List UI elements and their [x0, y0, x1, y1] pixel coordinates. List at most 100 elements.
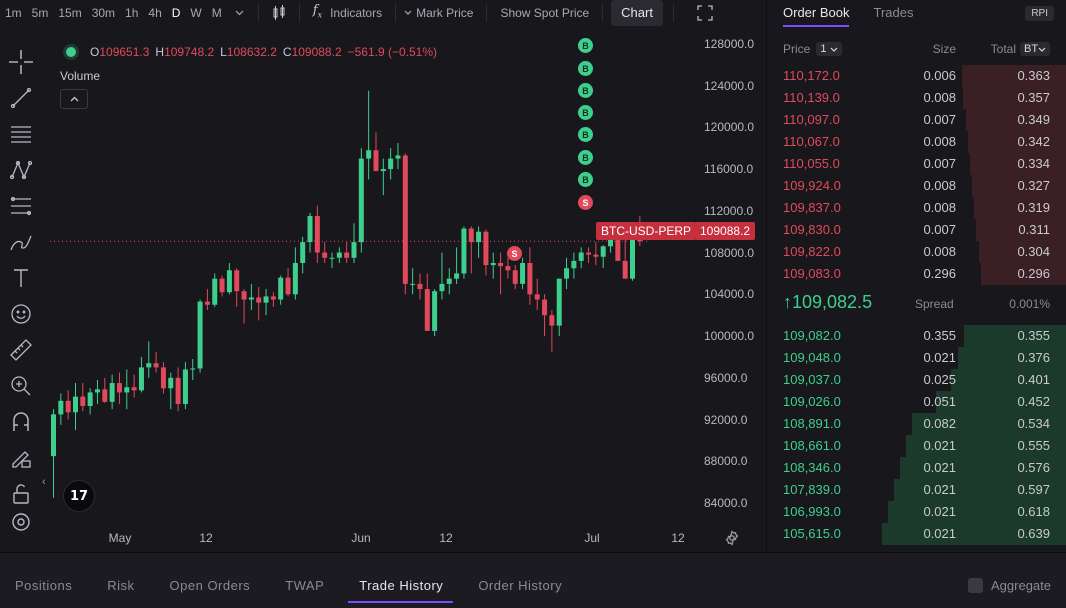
timeframe-5m[interactable]: 5m	[27, 0, 54, 26]
timeframe-1h[interactable]: 1h	[120, 0, 143, 26]
chart-view-button[interactable]: Chart	[611, 0, 663, 26]
bid-row[interactable]: 106,993.0 0.021 0.618	[767, 501, 1066, 523]
buy-marker[interactable]: B	[578, 127, 593, 142]
buy-marker[interactable]: B	[578, 172, 593, 187]
volume-collapse-button[interactable]	[60, 89, 88, 109]
row-total: 0.304	[1017, 244, 1050, 259]
ruler-tool[interactable]	[0, 332, 42, 368]
timeframe-4h[interactable]: 4h	[143, 0, 166, 26]
aggregate-checkbox[interactable]	[968, 578, 983, 593]
candle-style-button[interactable]	[265, 5, 293, 21]
candle	[578, 247, 584, 269]
candle	[87, 388, 93, 415]
row-total: 0.534	[1017, 416, 1050, 431]
candle	[527, 247, 533, 305]
indicators-button[interactable]: fx Indicators	[306, 0, 389, 28]
candlestick-chart[interactable]	[50, 26, 766, 526]
lock-drawing-tool[interactable]	[0, 440, 42, 476]
fib-tool[interactable]	[0, 188, 42, 224]
show-spot-price-button[interactable]: Show Spot Price	[493, 0, 596, 26]
ask-row[interactable]: 110,055.0 0.007 0.334	[767, 153, 1066, 175]
bid-row[interactable]: 105,615.0 0.021 0.639	[767, 523, 1066, 545]
visibility-tool[interactable]	[0, 512, 42, 532]
bid-row[interactable]: 107,839.0 0.021 0.597	[767, 479, 1066, 501]
tab-trade-history[interactable]: Trade History	[344, 571, 463, 603]
tab-positions[interactable]: Positions	[0, 571, 92, 601]
zoom-tool[interactable]	[0, 368, 42, 404]
horizontal-lines-tool[interactable]	[0, 116, 42, 152]
mark-price-button[interactable]: Mark Price	[402, 0, 480, 26]
ask-row[interactable]: 110,139.0 0.008 0.357	[767, 87, 1066, 109]
candle	[263, 289, 269, 316]
sell-marker[interactable]: S	[507, 246, 522, 261]
candle	[116, 372, 122, 404]
ask-row[interactable]: 110,067.0 0.008 0.342	[767, 131, 1066, 153]
magnet-tool[interactable]	[0, 404, 42, 440]
tab-risk[interactable]: Risk	[92, 571, 154, 601]
candlestick-icon	[273, 5, 285, 20]
timeframe-dropdown[interactable]	[227, 10, 252, 16]
price-chart[interactable]: O109651.3 H109748.2 L108632.2 C109088.2 …	[42, 26, 766, 546]
timeframe-d[interactable]: D	[167, 0, 186, 26]
tab-twap[interactable]: TWAP	[270, 571, 344, 601]
bid-row[interactable]: 109,048.0 0.021 0.376	[767, 347, 1066, 369]
sell-marker[interactable]: S	[578, 195, 593, 210]
bid-row[interactable]: 109,026.0 0.051 0.452	[767, 391, 1066, 413]
tab-open-orders[interactable]: Open Orders	[155, 571, 271, 601]
ask-row[interactable]: 110,172.0 0.006 0.363	[767, 65, 1066, 87]
ask-row[interactable]: 109,822.0 0.008 0.304	[767, 241, 1066, 263]
price-step-select[interactable]: 1	[816, 42, 842, 56]
emoji-tool[interactable]	[0, 296, 42, 332]
bid-row[interactable]: 109,037.0 0.025 0.401	[767, 369, 1066, 391]
tab-trades[interactable]: Trades	[873, 0, 913, 26]
brush-tool[interactable]	[0, 224, 42, 260]
timeframe-1m[interactable]: 1m	[0, 0, 27, 26]
buy-marker[interactable]: B	[578, 61, 593, 76]
unlock-tool[interactable]	[0, 476, 42, 512]
crosshair-tool[interactable]	[0, 44, 42, 80]
text-tool[interactable]	[0, 260, 42, 296]
candle	[204, 289, 210, 310]
row-total: 0.296	[1017, 266, 1050, 281]
candle	[146, 341, 152, 378]
tab-order-book[interactable]: Order Book	[783, 0, 850, 27]
row-total: 0.618	[1017, 504, 1050, 519]
buy-marker[interactable]: B	[578, 150, 593, 165]
timeframe-m[interactable]: M	[207, 0, 227, 26]
buy-marker[interactable]: B	[578, 105, 593, 120]
chart-settings-button[interactable]	[724, 530, 740, 551]
collapse-toolbar-button[interactable]: ‹	[42, 476, 46, 488]
tab-order-history[interactable]: Order History	[463, 571, 582, 601]
bid-row[interactable]: 108,891.0 0.082 0.534	[767, 413, 1066, 435]
timeframe-15m[interactable]: 15m	[53, 0, 86, 26]
ask-row[interactable]: 109,837.0 0.008 0.319	[767, 197, 1066, 219]
total-unit-select[interactable]: BTC	[1020, 42, 1050, 56]
ask-row[interactable]: 110,097.0 0.007 0.349	[767, 109, 1066, 131]
rpi-toggle[interactable]: RPI	[1025, 6, 1054, 21]
up-arrow-icon: ↑	[783, 292, 792, 312]
row-total: 0.576	[1017, 460, 1050, 475]
fullscreen-button[interactable]	[690, 5, 720, 21]
row-size: 0.296	[923, 266, 956, 281]
bid-row[interactable]: 108,661.0 0.021 0.555	[767, 435, 1066, 457]
ask-row[interactable]: 109,083.0 0.296 0.296	[767, 263, 1066, 285]
ask-row[interactable]: 109,924.0 0.008 0.327	[767, 175, 1066, 197]
divider	[672, 4, 674, 22]
candle	[51, 409, 56, 498]
close-value: 109088.2	[291, 45, 342, 59]
buy-marker[interactable]: B	[578, 38, 593, 53]
candle	[600, 245, 606, 269]
trend-line-tool[interactable]	[0, 80, 42, 116]
tradingview-logo[interactable]: 17	[63, 480, 95, 512]
pattern-tool[interactable]	[0, 152, 42, 188]
timeframe-w[interactable]: W	[185, 0, 206, 26]
row-total: 0.355	[1017, 328, 1050, 343]
candle	[197, 299, 203, 373]
bid-row[interactable]: 109,082.0 0.355 0.355	[767, 325, 1066, 347]
bid-row[interactable]: 108,346.0 0.021 0.576	[767, 457, 1066, 479]
candle	[168, 372, 174, 410]
ask-row[interactable]: 109,830.0 0.007 0.311	[767, 219, 1066, 241]
buy-marker[interactable]: B	[578, 83, 593, 98]
timeframe-30m[interactable]: 30m	[87, 0, 120, 26]
aggregate-toggle[interactable]: Aggregate	[968, 578, 1051, 593]
